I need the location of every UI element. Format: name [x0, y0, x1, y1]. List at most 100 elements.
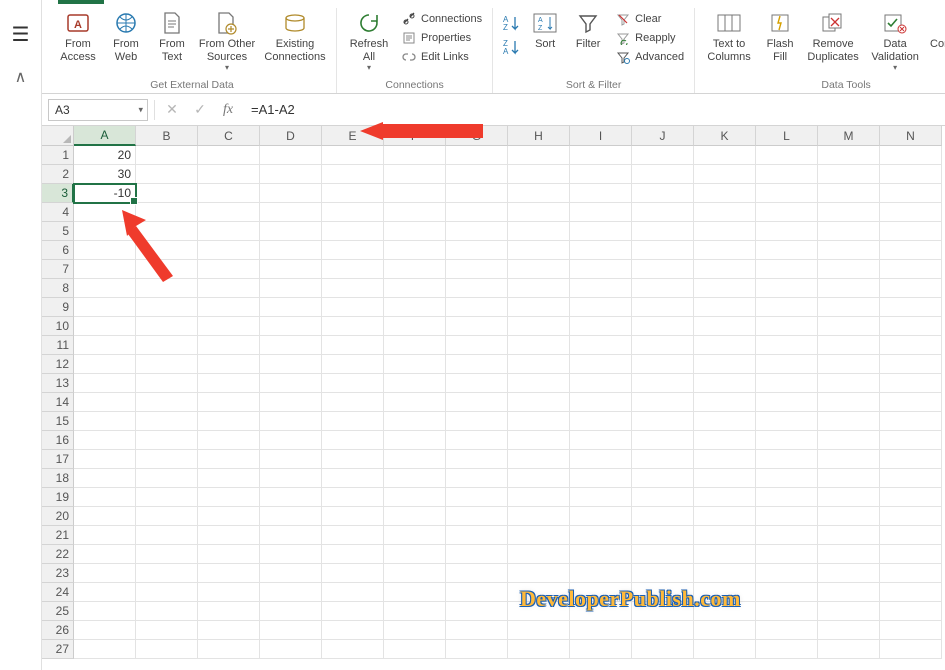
cell-I23[interactable]: [570, 564, 632, 583]
cell-J1[interactable]: [632, 146, 694, 165]
cell-A7[interactable]: [74, 260, 136, 279]
sort-desc-button[interactable]: ZA: [499, 36, 523, 58]
cell-G21[interactable]: [446, 526, 508, 545]
cell-L10[interactable]: [756, 317, 818, 336]
cell-I3[interactable]: [570, 184, 632, 203]
cell-C18[interactable]: [198, 469, 260, 488]
cell-F9[interactable]: [384, 298, 446, 317]
text-to-columns-button[interactable]: Text to Columns: [701, 8, 757, 65]
cell-A16[interactable]: [74, 431, 136, 450]
cell-M20[interactable]: [818, 507, 880, 526]
cell-N9[interactable]: [880, 298, 942, 317]
cell-I24[interactable]: [570, 583, 632, 602]
cell-C24[interactable]: [198, 583, 260, 602]
cell-D24[interactable]: [260, 583, 322, 602]
clear-button[interactable]: Clear: [611, 10, 688, 28]
cell-E23[interactable]: [322, 564, 384, 583]
cell-I9[interactable]: [570, 298, 632, 317]
cell-G15[interactable]: [446, 412, 508, 431]
cell-G16[interactable]: [446, 431, 508, 450]
cell-B10[interactable]: [136, 317, 198, 336]
cell-K1[interactable]: [694, 146, 756, 165]
cell-L3[interactable]: [756, 184, 818, 203]
cell-G7[interactable]: [446, 260, 508, 279]
row-header-27[interactable]: 27: [42, 640, 74, 659]
cell-F23[interactable]: [384, 564, 446, 583]
cell-G26[interactable]: [446, 621, 508, 640]
cell-I12[interactable]: [570, 355, 632, 374]
cell-L12[interactable]: [756, 355, 818, 374]
cell-A9[interactable]: [74, 298, 136, 317]
cell-G13[interactable]: [446, 374, 508, 393]
cell-A18[interactable]: [74, 469, 136, 488]
cell-E17[interactable]: [322, 450, 384, 469]
cell-G20[interactable]: [446, 507, 508, 526]
cell-J7[interactable]: [632, 260, 694, 279]
cell-M13[interactable]: [818, 374, 880, 393]
cell-D4[interactable]: [260, 203, 322, 222]
cell-F4[interactable]: [384, 203, 446, 222]
cell-E18[interactable]: [322, 469, 384, 488]
cell-L24[interactable]: [756, 583, 818, 602]
cell-A3[interactable]: -10: [74, 184, 136, 203]
cell-K6[interactable]: [694, 241, 756, 260]
cell-H2[interactable]: [508, 165, 570, 184]
cell-M25[interactable]: [818, 602, 880, 621]
cell-L17[interactable]: [756, 450, 818, 469]
cell-F26[interactable]: [384, 621, 446, 640]
properties-button[interactable]: Properties: [397, 29, 486, 47]
cell-N22[interactable]: [880, 545, 942, 564]
cell-I20[interactable]: [570, 507, 632, 526]
cell-G2[interactable]: [446, 165, 508, 184]
cell-E8[interactable]: [322, 279, 384, 298]
row-header-11[interactable]: 11: [42, 336, 74, 355]
cell-L21[interactable]: [756, 526, 818, 545]
cell-K7[interactable]: [694, 260, 756, 279]
cell-G8[interactable]: [446, 279, 508, 298]
cell-K23[interactable]: [694, 564, 756, 583]
cell-N23[interactable]: [880, 564, 942, 583]
cell-G18[interactable]: [446, 469, 508, 488]
cell-N26[interactable]: [880, 621, 942, 640]
cell-F14[interactable]: [384, 393, 446, 412]
cell-C3[interactable]: [198, 184, 260, 203]
cell-K8[interactable]: [694, 279, 756, 298]
cell-B24[interactable]: [136, 583, 198, 602]
cell-M7[interactable]: [818, 260, 880, 279]
cell-L25[interactable]: [756, 602, 818, 621]
cell-G3[interactable]: [446, 184, 508, 203]
cell-N11[interactable]: [880, 336, 942, 355]
cell-J17[interactable]: [632, 450, 694, 469]
cell-N15[interactable]: [880, 412, 942, 431]
cell-K4[interactable]: [694, 203, 756, 222]
cell-J4[interactable]: [632, 203, 694, 222]
cell-J27[interactable]: [632, 640, 694, 659]
cell-D9[interactable]: [260, 298, 322, 317]
filter-button[interactable]: Filter: [567, 8, 609, 53]
column-header-E[interactable]: E: [322, 126, 384, 146]
cell-C25[interactable]: [198, 602, 260, 621]
cell-F12[interactable]: [384, 355, 446, 374]
cell-M12[interactable]: [818, 355, 880, 374]
cell-D23[interactable]: [260, 564, 322, 583]
sort-button[interactable]: AZ Sort: [525, 8, 565, 53]
cell-E5[interactable]: [322, 222, 384, 241]
cell-N10[interactable]: [880, 317, 942, 336]
cell-N4[interactable]: [880, 203, 942, 222]
cell-A15[interactable]: [74, 412, 136, 431]
cell-L19[interactable]: [756, 488, 818, 507]
cell-N13[interactable]: [880, 374, 942, 393]
cell-E4[interactable]: [322, 203, 384, 222]
cell-N25[interactable]: [880, 602, 942, 621]
column-header-J[interactable]: J: [632, 126, 694, 146]
cell-C1[interactable]: [198, 146, 260, 165]
cell-J8[interactable]: [632, 279, 694, 298]
enter-formula-button[interactable]: ✓: [189, 99, 211, 121]
cell-E3[interactable]: [322, 184, 384, 203]
row-header-18[interactable]: 18: [42, 469, 74, 488]
cell-B11[interactable]: [136, 336, 198, 355]
cell-D1[interactable]: [260, 146, 322, 165]
cell-F15[interactable]: [384, 412, 446, 431]
cell-D14[interactable]: [260, 393, 322, 412]
cell-M4[interactable]: [818, 203, 880, 222]
